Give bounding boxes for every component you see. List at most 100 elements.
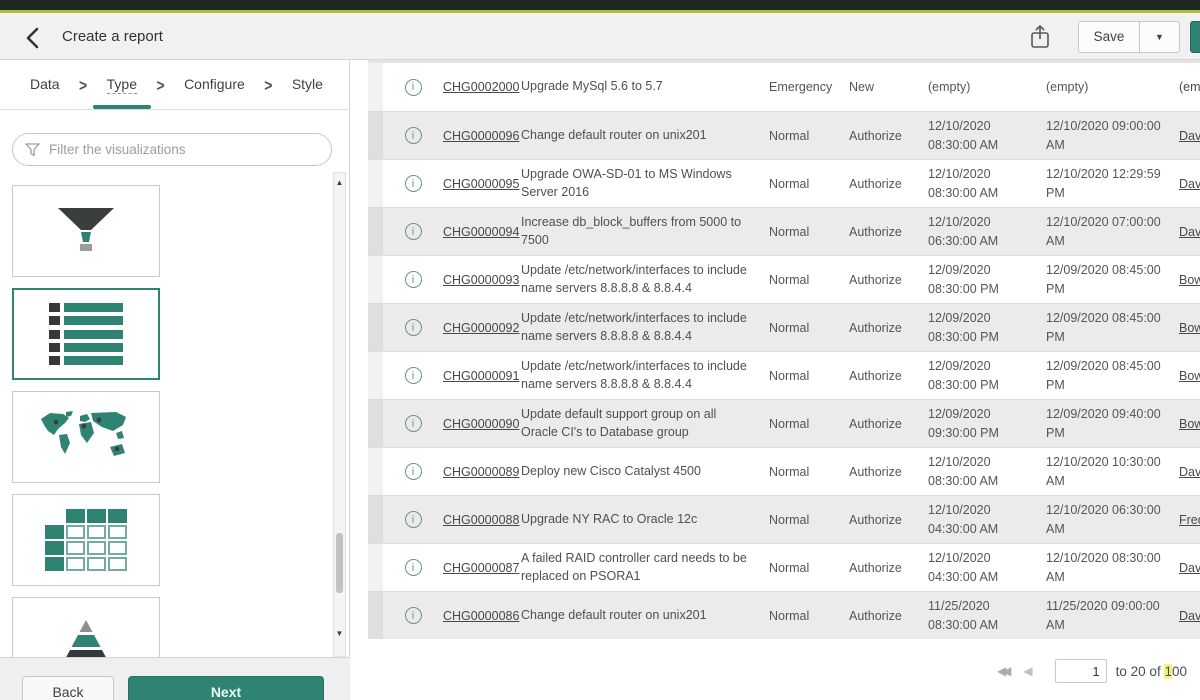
change-number-link[interactable]: CHG0000094: [443, 225, 519, 239]
start-date-value: (empty): [928, 78, 1046, 97]
caret-down-icon: ▼: [1155, 32, 1164, 42]
table-row: i CHG0000088 Upgrade NY RAC to Oracle 12…: [368, 495, 1200, 543]
change-number-link[interactable]: CHG0000091: [443, 369, 519, 383]
assigned-to-link[interactable]: Bow: [1179, 417, 1200, 431]
priority-value: Normal: [769, 321, 849, 335]
change-number-link[interactable]: CHG0000090: [443, 417, 519, 431]
info-icon[interactable]: i: [405, 415, 422, 432]
state-value: Authorize: [849, 417, 928, 431]
priority-value: Normal: [769, 513, 849, 527]
previous-page-icon[interactable]: ◀: [1023, 664, 1032, 678]
filter-funnel-icon: [25, 143, 40, 157]
end-date-value: 12/09/2020 09:40:00 PM: [1046, 405, 1179, 443]
scrollbar-thumb[interactable]: [336, 533, 343, 593]
step-configure[interactable]: Configure: [184, 60, 245, 109]
viz-heatmap-thumbnail[interactable]: [12, 494, 160, 586]
change-number-link[interactable]: CHG0000088: [443, 513, 519, 527]
pagination-range-text: to 20 of 100: [1116, 664, 1187, 679]
table-row: i CHG0000092 Update /etc/network/interfa…: [368, 303, 1200, 351]
change-number-link[interactable]: CHG0000095: [443, 177, 519, 191]
table-row: i CHG0000086 Change default router on un…: [368, 591, 1200, 639]
row-gutter: [368, 256, 383, 303]
viz-list-thumbnail[interactable]: [12, 288, 160, 380]
back-chevron-icon[interactable]: [22, 26, 46, 50]
save-button[interactable]: Save: [1078, 21, 1140, 53]
save-menu-button[interactable]: ▼: [1139, 21, 1180, 53]
state-value: Authorize: [849, 321, 928, 335]
start-date-value: 12/10/2020 08:30:00 AM: [928, 165, 1046, 203]
short-description: Upgrade MySql 5.6 to 5.7: [521, 78, 769, 96]
change-number-link[interactable]: CHG0000089: [443, 465, 519, 479]
change-number-link[interactable]: CHG0000086: [443, 609, 519, 623]
assigned-to-link[interactable]: Dav: [1179, 561, 1200, 575]
info-icon[interactable]: i: [405, 511, 422, 528]
assigned-to-link[interactable]: Dav: [1179, 609, 1200, 623]
scroll-down-icon[interactable]: ▼: [334, 629, 345, 638]
short-description: Update default support group on all Orac…: [521, 406, 769, 441]
state-value: Authorize: [849, 129, 928, 143]
assigned-to-link[interactable]: Bow: [1179, 273, 1200, 287]
change-number-link[interactable]: CHG0000096: [443, 129, 519, 143]
info-icon[interactable]: i: [405, 79, 422, 96]
filter-input[interactable]: [49, 142, 319, 157]
assigned-to-link[interactable]: Dav: [1179, 129, 1200, 143]
viz-world-map-thumbnail[interactable]: [12, 391, 160, 483]
priority-value: Normal: [769, 561, 849, 575]
next-button[interactable]: Next: [128, 676, 324, 700]
report-wizard-panel: Data > Type > Configure > Style: [0, 60, 350, 700]
info-icon[interactable]: i: [405, 607, 422, 624]
start-date-value: 12/10/2020 04:30:00 AM: [928, 501, 1046, 539]
step-style[interactable]: Style: [292, 60, 323, 109]
end-date-value: 12/09/2020 08:45:00 PM: [1046, 309, 1179, 347]
short-description: Update /etc/network/interfaces to includ…: [521, 310, 769, 345]
back-button[interactable]: Back: [22, 676, 114, 700]
info-icon[interactable]: i: [405, 175, 422, 192]
assigned-to-link[interactable]: Bow: [1179, 369, 1200, 383]
start-date-value: 12/10/2020 06:30:00 AM: [928, 213, 1046, 251]
info-icon[interactable]: i: [405, 463, 422, 480]
assigned-to-link[interactable]: Fred: [1179, 513, 1200, 527]
page-number-input[interactable]: [1055, 659, 1107, 683]
row-gutter: [368, 208, 383, 255]
step-type[interactable]: Type: [107, 60, 137, 109]
state-value: Authorize: [849, 513, 928, 527]
change-number-link[interactable]: CHG0000092: [443, 321, 519, 335]
assigned-to-link[interactable]: Dav: [1179, 177, 1200, 191]
info-icon[interactable]: i: [405, 367, 422, 384]
share-icon[interactable]: [1028, 24, 1052, 50]
short-description: Update /etc/network/interfaces to includ…: [521, 262, 769, 297]
wizard-footer: Back Next: [0, 657, 350, 700]
viz-funnel-thumbnail[interactable]: [12, 185, 160, 277]
info-icon[interactable]: i: [405, 127, 422, 144]
info-icon[interactable]: i: [405, 223, 422, 240]
viz-pyramid-thumbnail[interactable]: [12, 597, 160, 657]
assigned-to-link[interactable]: Dav: [1179, 225, 1200, 239]
info-icon[interactable]: i: [405, 271, 422, 288]
short-description: Change default router on unix201: [521, 607, 769, 625]
change-number-link[interactable]: CHG0000087: [443, 561, 519, 575]
state-value: Authorize: [849, 465, 928, 479]
info-icon[interactable]: i: [405, 559, 422, 576]
row-gutter: [368, 63, 383, 111]
run-button-partial[interactable]: [1190, 21, 1200, 53]
panel-scrollbar[interactable]: ▲ ▼: [333, 172, 346, 657]
change-number-link[interactable]: CHG0002000: [443, 80, 519, 94]
scroll-up-icon[interactable]: ▲: [334, 178, 345, 187]
start-date-value: 12/10/2020 08:30:00 AM: [928, 453, 1046, 491]
step-data[interactable]: Data: [30, 60, 60, 109]
state-value: Authorize: [849, 561, 928, 575]
assigned-to-link[interactable]: (empty): [1179, 80, 1200, 94]
state-value: Authorize: [849, 225, 928, 239]
end-date-value: (empty): [1046, 78, 1179, 97]
page-title: Create a report: [62, 28, 163, 45]
table-row: i CHG0000091 Update /etc/network/interfa…: [368, 351, 1200, 399]
assigned-to-link[interactable]: Dav: [1179, 465, 1200, 479]
funnel-chart-icon: [57, 208, 115, 254]
wizard-breadcrumb: Data > Type > Configure > Style: [0, 60, 349, 110]
info-icon[interactable]: i: [405, 319, 422, 336]
row-gutter: [368, 496, 383, 543]
change-number-link[interactable]: CHG0000093: [443, 273, 519, 287]
first-page-icon[interactable]: ◀◀: [997, 664, 1007, 678]
assigned-to-link[interactable]: Bow: [1179, 321, 1200, 335]
row-gutter: [368, 352, 383, 399]
